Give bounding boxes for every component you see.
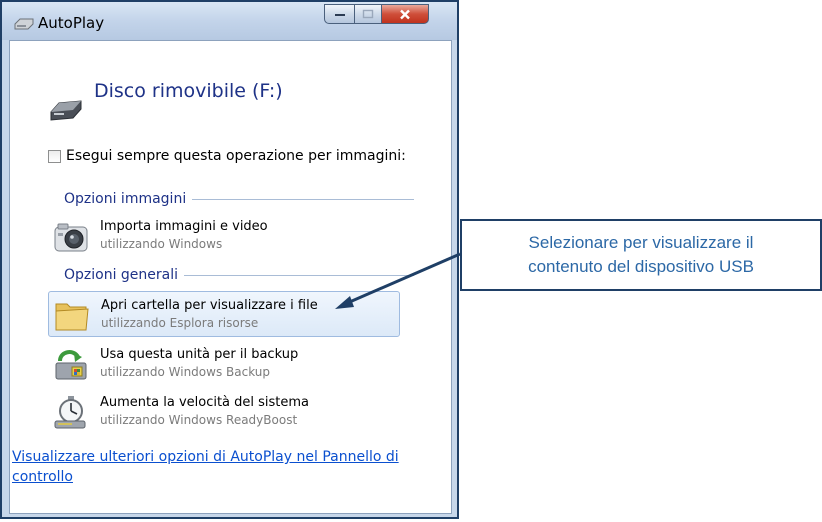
- callout-line-2: contenuto del dispositivo USB: [528, 257, 754, 276]
- callout-text: Selezionare per visualizzare il contenut…: [528, 231, 754, 279]
- callout-line-1: Selezionare per visualizzare il: [528, 233, 754, 252]
- callout-box: Selezionare per visualizzare il contenut…: [460, 219, 822, 291]
